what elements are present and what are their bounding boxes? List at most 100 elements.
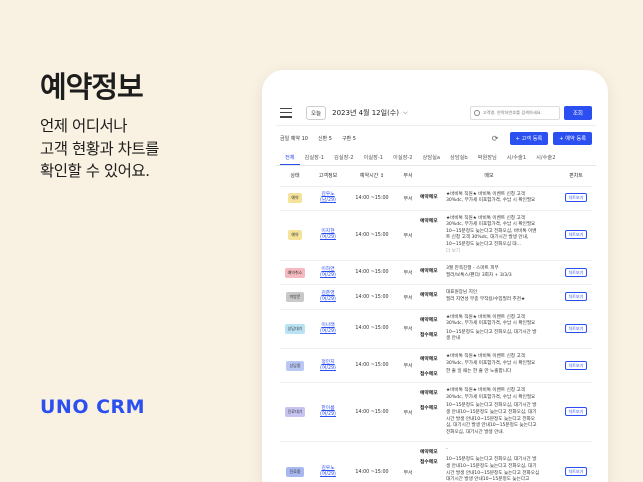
status-badge: 예약 <box>288 193 302 204</box>
view-chart-button[interactable]: 차트보기 <box>564 323 588 333</box>
tab-staff[interactable]: 이실장-1 <box>359 150 389 165</box>
memo-line: 심, 대기시간 발생 안내10~15분정도 늦는다고 <box>446 423 537 429</box>
memo-line: 10~15분정도 늦는다고 전화오심 대... <box>446 242 522 248</box>
status-cell: 진료중 <box>280 441 310 482</box>
customer-cell[interactable]: 정민지 (여/29) <box>310 348 346 384</box>
memo-cell: 예약메모 ★바비톡 직원★ 바비톡 이벤트 신청 고객 30%dc, 부가세 미포… <box>418 348 560 384</box>
today-button[interactable]: 오늘 <box>306 105 327 120</box>
table-row[interactable]: 예약취소 이하연 (여/29) 14:00 ~15:00 부서 예약메모 3월 만… <box>280 260 592 286</box>
tab-room[interactable]: 상담실b <box>445 150 473 165</box>
search-input[interactable] <box>482 110 556 115</box>
add-reservation-button[interactable]: + 예약 등록 <box>553 131 592 145</box>
memo-label: 예약메모 <box>420 218 438 224</box>
memo-label: 예약메모 <box>420 450 438 456</box>
memo-text: 대표원장님 지인 필러 지연성 부종 부작용/수입필러 추천★ <box>446 290 525 303</box>
view-chart-button[interactable]: 차트보기 <box>564 360 588 370</box>
tab-staff[interactable]: 이실장-2 <box>388 150 418 165</box>
memo-line: 30%dc, 부가세 미포함가격, 수납 시 확인필요 <box>446 222 536 228</box>
customer-cell[interactable]: 이지현 (여/29) <box>310 210 346 262</box>
column-header-memo: 메모 <box>418 166 560 187</box>
memo-label: 접수메모 <box>420 406 438 412</box>
customer-age-link[interactable]: (여/29) <box>310 472 346 478</box>
hamburger-menu-icon[interactable] <box>280 107 292 118</box>
chart-cell: 차트보기 <box>560 382 592 443</box>
view-chart-button[interactable]: 차트보기 <box>564 407 588 417</box>
memo-line: 10~15분정도 늦는다고 전화오심, 대기시간 발 <box>446 457 537 463</box>
memo-label: 접수메모 <box>420 460 438 466</box>
table-row[interactable]: 예약 김우노 (남/29) 14:00 ~15:00 부서 예약메모 ★바비톡 직… <box>280 186 592 211</box>
refresh-icon[interactable]: ⟳ <box>492 134 499 143</box>
tab-staff[interactable]: 김실장-1 <box>300 150 330 165</box>
chevron-down-icon[interactable]: ⌵ <box>403 109 408 117</box>
table-row[interactable]: 미방문 김준영 (여/29) 14:00 ~15:00 부서 예약메모 대표원장님… <box>280 284 592 310</box>
view-chart-button[interactable]: 차트보기 <box>564 467 588 477</box>
view-chart-button[interactable]: 차트보기 <box>564 193 588 203</box>
column-header-time[interactable]: 예약시간 ↕ <box>346 166 398 187</box>
promo-subline: 언제 어디서나 고객 현황과 차트를 확인할 수 있어요. <box>40 115 159 183</box>
status-badge: 진료대기 <box>284 407 306 418</box>
table-row[interactable]: 상담중 정민지 (여/29) 14:00 ~15:00 부서 예약메모 ★바비톡 … <box>280 348 592 384</box>
tab-room[interactable]: 상담실a <box>418 150 446 165</box>
customer-cell[interactable]: 김우노 (남/29) <box>310 186 346 211</box>
stats-bar: 금일 예약 10 신환 5 구환 5 ⟳ + 고객 등록 + 예약 등록 <box>276 126 596 150</box>
status-cell: 미방문 <box>280 284 310 310</box>
add-customer-button[interactable]: + 고객 등록 <box>509 131 549 145</box>
table-row[interactable]: 진료대기 한이름 (여/29) 14:00 ~15:00 부서 예약메모 ★바비톡… <box>280 382 592 443</box>
tab-all[interactable]: 전체 <box>280 150 300 165</box>
customer-cell[interactable]: 이나래 (여/29) <box>310 309 346 350</box>
dept-cell: 부서 <box>398 186 418 211</box>
table-row[interactable]: 예약 이지현 (여/29) 14:00 ~15:00 부서 예약메모 ★바비톡 직… <box>280 210 592 262</box>
memo-text: ★바비톡 직원★ 바비톡 이벤트 신청 고객 30%dc, 부가세 미포함가격, … <box>446 315 535 328</box>
column-header-dept: 부서 <box>398 166 418 187</box>
date-selector[interactable]: 2023년 4월 12일(수) <box>332 108 399 118</box>
dept-cell: 부서 <box>398 309 418 350</box>
sort-icon[interactable]: ↕ <box>380 173 384 179</box>
memo-block: 접수메모 한 줄 일 때는 한 줄 만 노출합니다 <box>420 369 560 377</box>
view-chart-button[interactable]: 차트보기 <box>564 230 588 240</box>
tab-staff[interactable]: 김실장-2 <box>329 150 359 165</box>
memo-text: 10~15분정도 늦는다고 전화오심, 대기시간 발생 안내10~15분정도 늦… <box>446 403 536 436</box>
view-chart-button[interactable]: 차트보기 <box>564 292 588 302</box>
memo-line: 3월 만족진행 - 스마트 피부 <box>446 266 499 272</box>
customer-age-link[interactable]: (여/29) <box>310 412 346 418</box>
status-cell: 상담중 <box>280 348 310 384</box>
status-badge: 미방문 <box>286 292 304 303</box>
chart-cell: 차트보기 <box>560 284 592 310</box>
chart-cell: 차트보기 <box>560 348 592 384</box>
tab-staff[interactable]: 박원장님 <box>473 150 502 165</box>
memo-line: 필러 지연성 부종 부작용/수입필러 추천★ <box>446 297 526 303</box>
dept-cell: 부서 <box>398 382 418 443</box>
customer-age-link[interactable]: (여/29) <box>310 329 346 335</box>
memo-line: 생 안내10~15분정도 늦는다고 전화오심, 대기 <box>446 463 537 469</box>
memo-block: 예약메모 ★바비톡 직원★ 바비톡 이벤트 신청 고객 30%dc, 부가세 미포… <box>420 192 560 205</box>
customer-age-link[interactable]: (여/29) <box>310 297 346 303</box>
dept-cell: 부서 <box>398 348 418 384</box>
column-header-time-label: 예약시간 <box>359 173 379 180</box>
customer-age-link[interactable]: (여/29) <box>310 273 346 279</box>
view-chart-button[interactable]: 차트보기 <box>564 267 588 277</box>
status-cell: 진료대기 <box>280 382 310 443</box>
memo-block: 예약메모 3월 만족진행 - 스마트 피부 필러/보톡스/팬더/ 3회차 + 3/… <box>420 266 560 279</box>
tab-room[interactable]: 시/수술2 <box>531 150 560 165</box>
dept-cell: 부서 <box>398 284 418 310</box>
customer-cell[interactable]: 이하연 (여/29) <box>310 260 346 286</box>
memo-label: 예약메모 <box>420 293 438 299</box>
customer-cell[interactable]: 한이름 (여/29) <box>310 382 346 443</box>
more-link[interactable]: 더 보기 <box>446 249 460 254</box>
customer-age-link[interactable]: (남/29) <box>310 198 346 204</box>
customer-cell[interactable]: 김우노 (여/29) <box>310 441 346 482</box>
customer-cell[interactable]: 김준영 (여/29) <box>310 284 346 310</box>
customer-age-link[interactable]: (여/29) <box>310 366 346 372</box>
tablet-frame: 오늘 2023년 4월 12일(수) ⌵ 조회 금일 예약 10 신환 5 구환… <box>262 70 608 482</box>
table-row[interactable]: 상담대기 이나래 (여/29) 14:00 ~15:00 부서 예약메모 ★바비톡… <box>280 309 592 350</box>
lookup-button[interactable]: 조회 <box>563 105 592 120</box>
table-row[interactable]: 진료중 김우노 (여/29) 14:00 ~15:00 부서 예약메모 - 접수메… <box>280 441 592 482</box>
customer-age-link[interactable]: (여/29) <box>310 235 346 241</box>
memo-line: 한 줄 일 때는 한 줄 만 노출합니다 <box>446 369 512 375</box>
status-badge: 진료중 <box>286 467 304 478</box>
dept-cell: 부서 <box>398 260 418 286</box>
status-badge: 상담중 <box>286 360 304 371</box>
tab-room[interactable]: 시/수술1 <box>502 150 531 165</box>
promo-headline: 예약정보 <box>40 70 144 104</box>
memo-label: 예약메모 <box>420 317 438 323</box>
